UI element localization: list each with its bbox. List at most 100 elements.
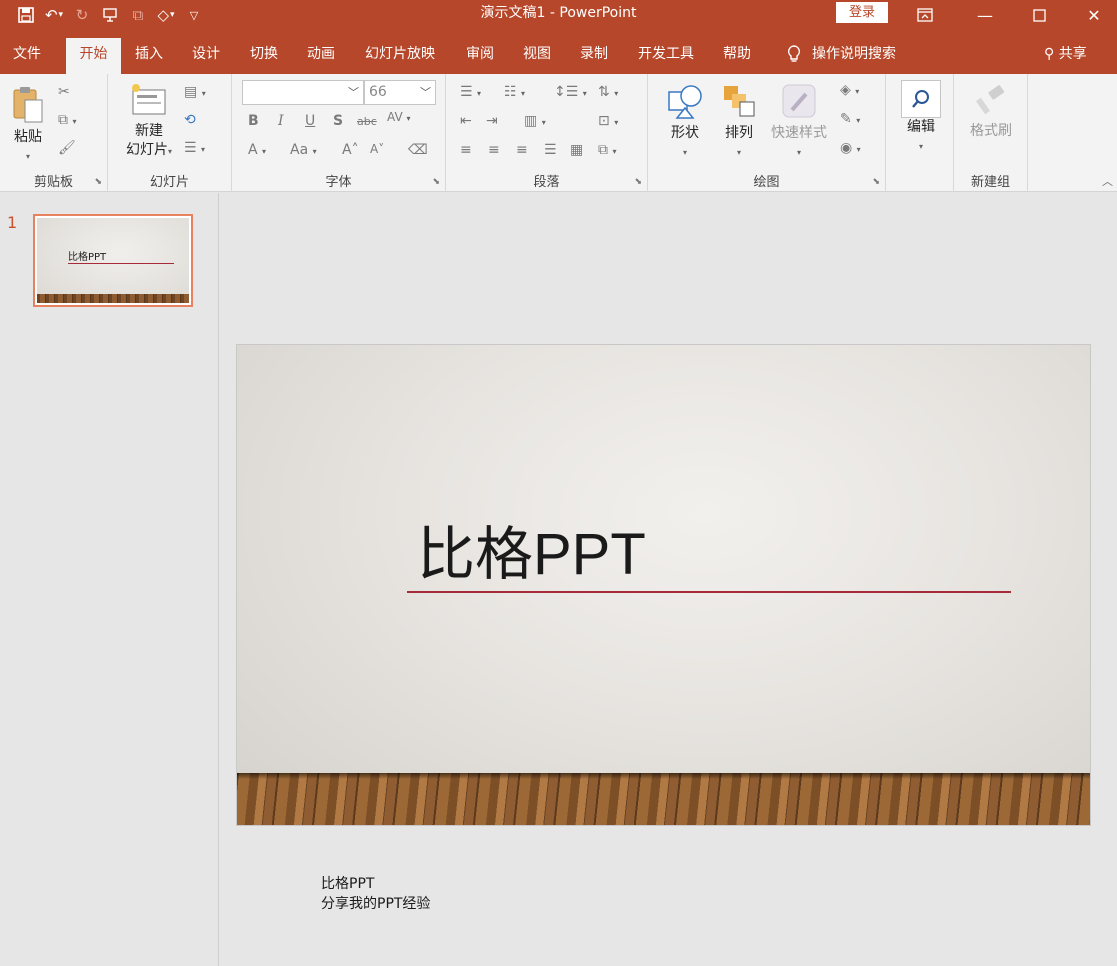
decrease-font-icon[interactable]: A˅: [370, 142, 384, 156]
new-slide-label-2: 幻灯片: [125, 142, 168, 158]
ribbon: 粘贴 ▾ ✂ ⧉ ▾ 🖌 剪贴板 ⬊ 新建 幻灯片▾ ▤ ▾ ⟲ ☰ ▾ 幻灯片…: [0, 74, 1117, 192]
save-icon[interactable]: [12, 0, 40, 30]
login-button[interactable]: 登录: [836, 2, 888, 23]
tab-animations[interactable]: 动画: [298, 38, 344, 74]
increase-indent-icon[interactable]: ⇥: [486, 113, 498, 129]
notes-line-1: 比格PPT: [321, 876, 375, 892]
tab-file[interactable]: 文件: [0, 38, 54, 74]
smartart-icon[interactable]: ⧉ ▾: [598, 142, 616, 158]
bold-icon[interactable]: B: [248, 113, 259, 129]
customize-qat-icon[interactable]: ▽: [180, 0, 208, 30]
tab-design[interactable]: 设计: [183, 38, 229, 74]
shapes-icon[interactable]: ◇ ▾: [152, 0, 180, 30]
decrease-indent-icon[interactable]: ⇤: [460, 113, 472, 129]
tell-me-search[interactable]: 操作说明搜索: [786, 38, 896, 70]
ribbon-display-options-icon[interactable]: [902, 0, 948, 30]
editing-label: 编辑: [907, 119, 935, 135]
shape-outline-icon[interactable]: ✎ ▾: [840, 111, 860, 127]
slide-title[interactable]: 比格PPT: [417, 507, 646, 591]
tab-transitions[interactable]: 切换: [241, 38, 287, 74]
minimize-icon[interactable]: —: [962, 0, 1008, 30]
underline-icon[interactable]: U: [305, 113, 315, 129]
numbering-icon[interactable]: ☷ ▾: [504, 84, 525, 100]
tab-record[interactable]: 录制: [571, 38, 617, 74]
format-painter-label: 格式刷: [970, 123, 1012, 139]
maximize-icon[interactable]: [1016, 0, 1062, 30]
paste-button[interactable]: 粘贴 ▾: [8, 84, 48, 163]
speaker-notes[interactable]: 比格PPT 分享我的PPT经验: [321, 874, 430, 914]
section-icon[interactable]: ☰ ▾: [184, 140, 205, 156]
character-spacing-icon[interactable]: AV ▾: [387, 110, 410, 124]
format-painter-small-icon[interactable]: 🖌: [58, 140, 76, 156]
collapse-ribbon-icon[interactable]: ︿: [1102, 173, 1113, 189]
shapes-icon: [668, 85, 702, 119]
bullets-icon[interactable]: ☰ ▾: [460, 84, 481, 100]
align-center-icon[interactable]: ≡: [488, 142, 500, 158]
drawing-launcher-icon[interactable]: ⬊: [872, 177, 880, 187]
tab-help[interactable]: 帮助: [714, 38, 760, 74]
tab-view[interactable]: 视图: [514, 38, 560, 74]
redo-icon[interactable]: ↻: [68, 0, 96, 30]
tab-slideshow[interactable]: 幻灯片放映: [357, 38, 443, 74]
cut-icon[interactable]: ✂: [58, 84, 70, 100]
tab-insert[interactable]: 插入: [126, 38, 172, 74]
font-size-combo[interactable]: 66 ﹀: [364, 80, 436, 105]
editing-button[interactable]: 编辑 ▾: [898, 80, 944, 153]
strikethrough-icon[interactable]: abc: [357, 115, 377, 128]
slide-number: 1: [7, 213, 18, 232]
present-from-start-icon[interactable]: [96, 0, 124, 30]
tell-me-label: 操作说明搜索: [812, 46, 896, 62]
paragraph-launcher-icon[interactable]: ⬊: [634, 177, 642, 187]
title-bar: ↶ ▾ ↻ ⧉ ◇ ▾ ▽ 演示文稿1 - PowerPoint 登录 — ✕: [0, 0, 1117, 30]
reset-icon[interactable]: ⟲: [184, 112, 196, 128]
justify-icon[interactable]: ☰: [544, 142, 557, 158]
new-slide-icon: [132, 84, 166, 115]
group-drawing: 形状 ▾ 排列 ▾ 快速样式 ▾ ◈ ▾ ✎ ▾ ◉ ▾ 绘图 ⬊: [648, 74, 886, 192]
format-painter-icon: [975, 85, 1005, 115]
increase-font-icon[interactable]: A˄: [342, 142, 359, 158]
close-icon[interactable]: ✕: [1071, 0, 1117, 30]
thumbnail-title: 比格PPT: [68, 252, 107, 263]
change-case-icon[interactable]: Aa ▾: [290, 142, 317, 158]
shape-effects-icon[interactable]: ◉ ▾: [840, 140, 861, 156]
format-painter-button[interactable]: 格式刷: [962, 84, 1020, 141]
tab-home[interactable]: 开始: [66, 38, 121, 74]
line-spacing-icon[interactable]: ↕☰ ▾: [554, 84, 587, 100]
quick-styles-label: 快速样式: [771, 125, 827, 141]
font-size-value: 66: [369, 84, 387, 100]
columns-icon[interactable]: ▥ ▾: [524, 113, 546, 129]
font-name-combo[interactable]: ﹀: [242, 80, 364, 105]
text-direction-icon[interactable]: ⇅ ▾: [598, 84, 618, 100]
layout-icon[interactable]: ▤ ▾: [184, 84, 206, 100]
tab-review[interactable]: 审阅: [457, 38, 503, 74]
slide-thumbnail[interactable]: 比格PPT: [33, 214, 193, 307]
copy-icon[interactable]: ⧉: [124, 0, 152, 30]
font-group-label: 字体: [325, 175, 352, 190]
new-slide-label-1: 新建: [135, 123, 163, 139]
align-text-icon[interactable]: ⊡ ▾: [598, 113, 618, 129]
shape-fill-icon[interactable]: ◈ ▾: [840, 82, 859, 98]
copy-icon[interactable]: ⧉ ▾: [58, 112, 76, 128]
drawing-group-label: 绘图: [753, 175, 780, 190]
align-left-icon[interactable]: ≡: [460, 142, 472, 158]
arrange-button[interactable]: 排列 ▾: [716, 82, 762, 159]
new-slide-button[interactable]: 新建 幻灯片▾: [118, 82, 180, 161]
font-color-icon[interactable]: A ▾: [248, 142, 266, 158]
slide-canvas[interactable]: 比格PPT: [236, 344, 1091, 826]
share-button[interactable]: ⚲ 共享: [1044, 38, 1087, 70]
wood-floor-image: [237, 773, 1090, 825]
tab-developer[interactable]: 开发工具: [629, 38, 703, 74]
text-shadow-icon[interactable]: S: [333, 113, 343, 129]
quick-styles-icon: [782, 84, 816, 118]
quick-styles-button[interactable]: 快速样式 ▾: [766, 82, 832, 159]
group-paragraph: ☰ ▾ ☷ ▾ ↕☰ ▾ ⇅ ▾ ⇤ ⇥ ▥ ▾ ⊡ ▾ ≡ ≡ ≡ ☰ ▦ ⧉…: [446, 74, 648, 192]
distributed-icon[interactable]: ▦: [570, 142, 583, 158]
align-right-icon[interactable]: ≡: [516, 142, 528, 158]
clipboard-launcher-icon[interactable]: ⬊: [94, 177, 102, 187]
font-launcher-icon[interactable]: ⬊: [432, 177, 440, 187]
clear-formatting-icon[interactable]: ⌫: [408, 142, 428, 158]
group-editing: 编辑 ▾: [886, 74, 954, 192]
shapes-button[interactable]: 形状 ▾: [662, 82, 708, 159]
undo-icon[interactable]: ↶ ▾: [40, 0, 68, 30]
italic-icon[interactable]: I: [278, 113, 284, 129]
